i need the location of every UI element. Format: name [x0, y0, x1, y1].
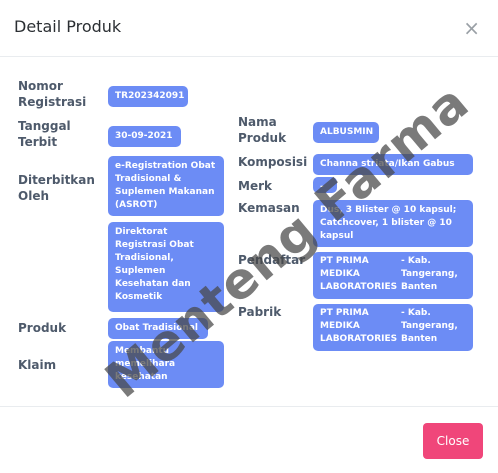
pabrik-location: - Kab. Tangerang, Banten	[401, 308, 458, 344]
value-nomor-registrasi: TR202342091	[108, 86, 188, 107]
modal-header: Detail Produk ×	[0, 0, 498, 57]
value-diterbitkan-oleh-1: e-Registration Obat Tradisional & Suplem…	[108, 156, 224, 216]
label-tanggal-terbit: Tanggal Terbit	[18, 119, 71, 149]
label-merk: Merk	[238, 179, 272, 193]
value-pendaftar: PT PRIMA MEDIKA LABORATORIES - Kab. Tang…	[313, 252, 473, 299]
label-nama-produk: Nama Produk	[238, 115, 287, 145]
pendaftar-name: PT PRIMA MEDIKA LABORATORIES	[320, 256, 398, 292]
label-diterbitkan-oleh: Diterbitkan Oleh	[18, 173, 95, 203]
close-icon[interactable]: ×	[463, 18, 480, 38]
pabrik-name: PT PRIMA MEDIKA LABORATORIES	[320, 308, 398, 344]
product-detail-modal: Detail Produk × Nomor Registrasi Tanggal…	[0, 0, 498, 472]
label-produk: Produk	[18, 321, 67, 335]
value-pabrik: PT PRIMA MEDIKA LABORATORIES - Kab. Tang…	[313, 304, 473, 351]
close-button[interactable]: Close	[423, 423, 483, 459]
value-tanggal-terbit: 30-09-2021	[108, 126, 181, 147]
pendaftar-location: - Kab. Tangerang, Banten	[401, 256, 458, 292]
label-nomor-registrasi: Nomor Registrasi	[18, 79, 87, 109]
label-klaim: Klaim	[18, 358, 57, 372]
modal-title: Detail Produk	[14, 17, 122, 36]
label-komposisi: Komposisi	[238, 155, 308, 169]
